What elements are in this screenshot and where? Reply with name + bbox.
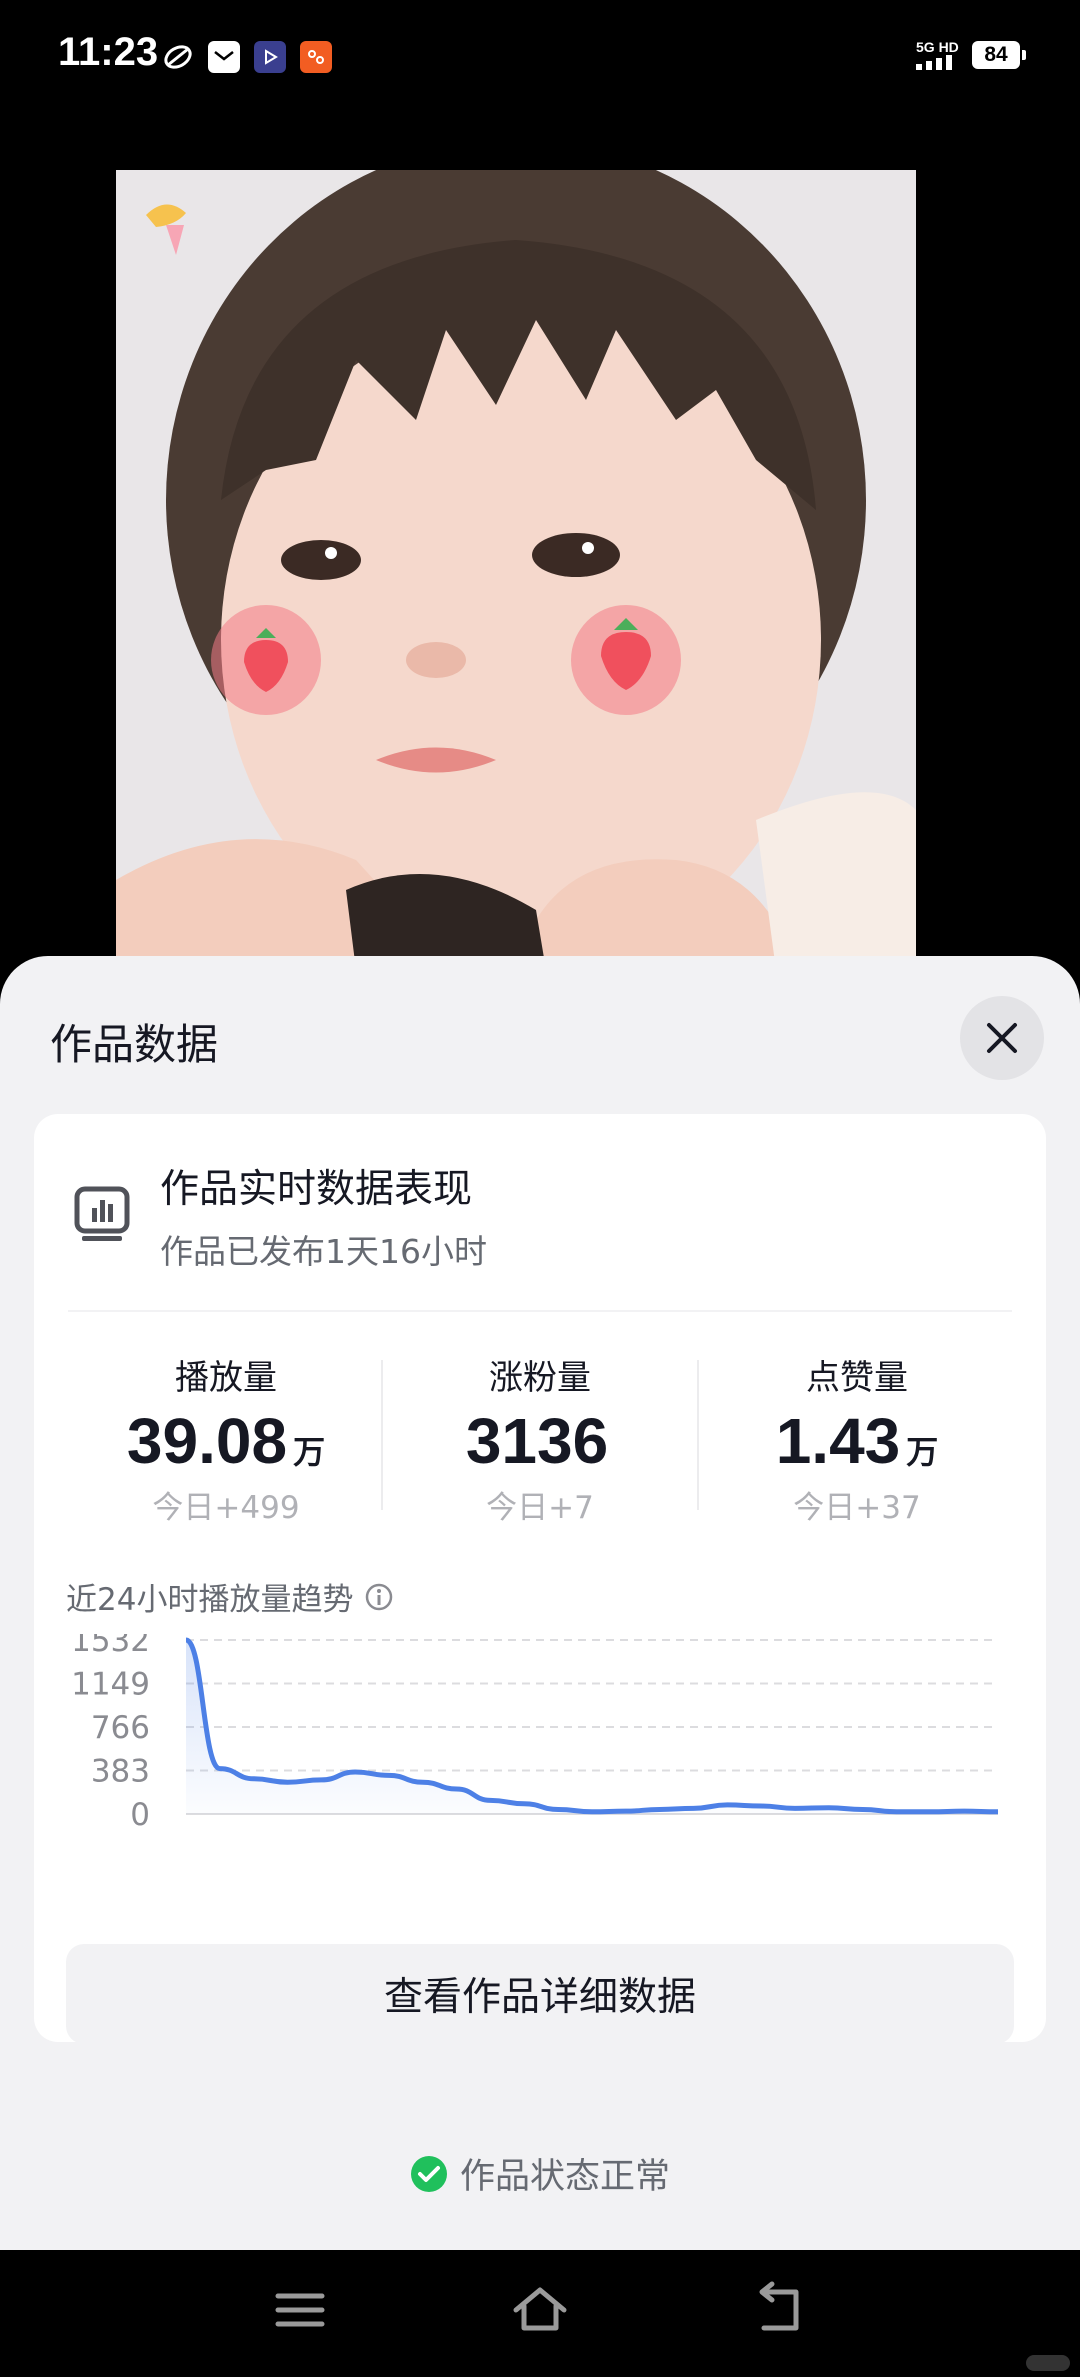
trend-title: 近24小时播放量趋势	[66, 1582, 354, 1618]
shopping-app-icon	[300, 41, 332, 73]
notification-icons	[162, 41, 332, 73]
y-tick-label: 1149	[71, 1667, 150, 1703]
data-sheet: 作品数据 作品实时数据表现 作品已发布1天16小时 播放量 39.08 万 今日…	[0, 956, 1080, 2250]
info-icon[interactable]	[365, 1583, 393, 1611]
status-bar: 11:23 5G HD 84	[0, 0, 1080, 118]
realtime-data-card: 作品实时数据表现 作品已发布1天16小时 播放量 39.08 万 今日+499 …	[34, 1114, 1046, 2044]
system-nav-bar	[0, 2250, 1080, 2377]
divider	[68, 1310, 1012, 1312]
y-tick-label: 383	[91, 1754, 150, 1790]
metric-followers[interactable]: 涨粉量 3136 今日+7	[380, 1350, 700, 1527]
metric-today: 今日+37	[793, 1490, 921, 1526]
metric-unit: 万	[293, 1433, 326, 1471]
metric-label: 点赞量	[806, 1358, 908, 1398]
metric-label: 涨粉量	[489, 1358, 591, 1398]
trend-label: 近24小时播放量趋势	[66, 1574, 393, 1619]
work-status: 作品状态正常	[0, 2148, 1080, 2199]
publish-age: 作品已发布1天16小时	[160, 1232, 487, 1271]
metric-value: 3136	[465, 1405, 609, 1477]
metric-label: 播放量	[175, 1358, 277, 1398]
feather-app-icon	[162, 41, 194, 73]
video-app-icon	[254, 41, 286, 73]
close-button[interactable]	[960, 996, 1044, 1080]
signal-indicator: 5G HD	[916, 40, 962, 70]
metric-value: 39.08	[126, 1405, 288, 1477]
metric-likes[interactable]: 点赞量 1.43 万 今日+37	[697, 1350, 1017, 1527]
bar-chart-icon	[74, 1186, 130, 1241]
metric-value: 1.43	[775, 1405, 901, 1477]
network-type: 5G HD	[916, 39, 959, 55]
y-tick-label: 766	[91, 1710, 150, 1746]
metric-today: 今日+499	[152, 1490, 300, 1526]
close-icon	[987, 1023, 1017, 1053]
view-details-button[interactable]: 查看作品详细数据	[66, 1944, 1014, 2044]
sheet-title: 作品数据	[50, 1020, 219, 1069]
clock: 11:23	[58, 30, 159, 74]
card-title: 作品实时数据表现	[160, 1167, 473, 1212]
watermark	[1026, 2355, 1070, 2371]
menu-icon[interactable]	[270, 2280, 330, 2340]
metric-today: 今日+7	[486, 1490, 594, 1526]
y-tick-label: 0	[130, 1797, 150, 1833]
trend-chart: 1532 1149 766 383 0	[71, 1634, 999, 1833]
metric-unit: 万	[906, 1433, 939, 1471]
signal-bars-icon	[916, 55, 952, 70]
metric-plays[interactable]: 播放量 39.08 万 今日+499	[66, 1350, 386, 1527]
mail-icon	[208, 41, 240, 73]
system-status: 5G HD 84	[916, 40, 1026, 70]
home-icon[interactable]	[510, 2280, 570, 2340]
check-circle-icon	[410, 2155, 447, 2192]
battery-indicator: 84	[972, 41, 1026, 69]
y-tick-label: 1532	[71, 1634, 150, 1659]
video-cover-image	[116, 170, 916, 970]
status-text: 作品状态正常	[459, 2157, 670, 2197]
back-icon[interactable]	[750, 2280, 810, 2340]
